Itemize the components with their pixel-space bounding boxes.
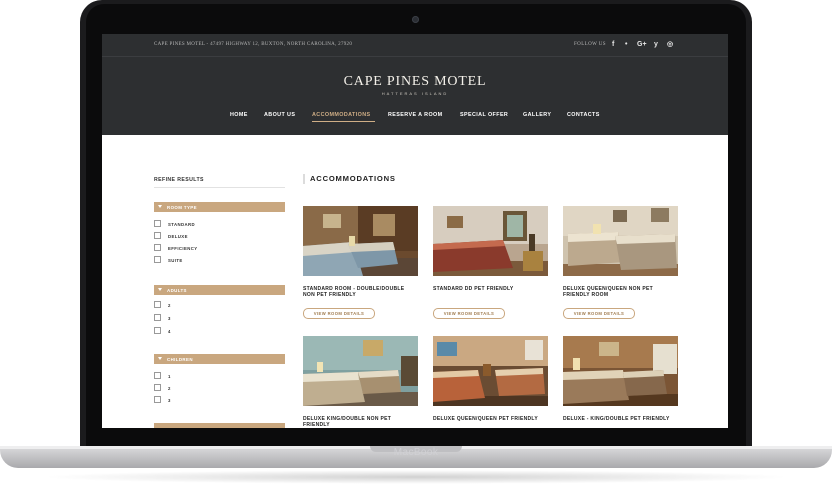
filter-room-type[interactable]: ROOM TYPE [154, 202, 285, 212]
checkbox[interactable] [154, 372, 161, 379]
page-title: ACCOMMODATIONS [310, 174, 396, 183]
checkbox[interactable] [154, 244, 161, 251]
top-bar: CAPE PINES MOTEL - 47497 HIGHWAY 12, BUX… [102, 34, 728, 57]
chevron-down-icon [158, 205, 162, 208]
checkbox[interactable] [154, 396, 161, 403]
checkbox[interactable] [154, 301, 161, 308]
option-efficiency[interactable]: EFFICIENCY [154, 244, 285, 252]
logo-tagline: HATTERAS ISLAND [381, 91, 449, 96]
room-card[interactable]: STANDARD DD PET FRIENDLY VIEW ROOM DETAI… [433, 206, 548, 322]
option-label: 3 [168, 315, 171, 321]
filter-bar-partial[interactable] [154, 423, 285, 428]
laptop-frame: MacBook CAPE PINES MOTEL - 47497 HIGHWAY… [0, 0, 832, 494]
room-card[interactable]: STANDARD ROOM - DOUBLE/DOUBLE NON PET FR… [303, 206, 418, 322]
room-title[interactable]: DELUXE KING/DOUBLE NON PET FRIENDLY [303, 416, 418, 428]
laptop-shadow [40, 470, 792, 484]
logo-title[interactable]: CAPE PINES MOTEL [102, 74, 728, 90]
room-title[interactable]: DELUXE QUEEN/QUEEN NON PET FRIENDLY ROOM [563, 286, 678, 299]
room-card[interactable]: DELUXE - KING/DOUBLE PET FRIENDLY [563, 336, 678, 428]
option-standard[interactable]: STANDARD [154, 220, 285, 228]
chevron-down-icon [158, 357, 162, 360]
website-screen: CAPE PINES MOTEL - 47497 HIGHWAY 12, BUX… [102, 34, 728, 428]
view-room-details-button[interactable]: VIEW ROOM DETAILS [303, 308, 375, 319]
google-plus-icon[interactable]: G+ [637, 40, 647, 49]
yelp-icon[interactable]: y [654, 40, 658, 49]
option-label: SUITE [168, 257, 183, 263]
camera-icon [412, 16, 419, 23]
checkbox[interactable] [154, 220, 161, 227]
option-label: 3 [168, 397, 171, 403]
screen-chin [102, 428, 728, 446]
chevron-down-icon [158, 288, 162, 291]
room-photo[interactable] [303, 206, 418, 276]
option-deluxe[interactable]: DELUXE [154, 232, 285, 240]
filter-label: ROOM TYPE [167, 204, 197, 210]
filter-adults[interactable]: ADULTS [154, 285, 285, 295]
room-title[interactable]: STANDARD DD PET FRIENDLY [433, 286, 548, 293]
checkbox[interactable] [154, 314, 161, 321]
room-photo[interactable] [303, 336, 418, 406]
nav-item-gallery[interactable]: GALLERY [523, 112, 551, 118]
checkbox[interactable] [154, 384, 161, 391]
nav-item-reserve-a-room[interactable]: RESERVE A ROOM [388, 112, 443, 118]
room-card[interactable]: DELUXE QUEEN/QUEEN NON PET FRIENDLY ROOM… [563, 206, 678, 322]
room-title[interactable]: STANDARD ROOM - DOUBLE/DOUBLE NON PET FR… [303, 286, 418, 299]
checkbox[interactable] [154, 232, 161, 239]
device-brand: MacBook [393, 447, 439, 458]
option-adults-2[interactable]: 2 [154, 301, 285, 309]
option-label: 2 [168, 385, 171, 391]
view-room-details-button[interactable]: VIEW ROOM DETAILS [433, 308, 505, 319]
filter-label: CHILDREN [167, 356, 193, 362]
option-label: DELUXE [168, 233, 188, 239]
option-children-1[interactable]: 1 [154, 372, 285, 380]
filter-children[interactable]: CHILDREN [154, 354, 285, 364]
checkbox[interactable] [154, 327, 161, 334]
option-adults-4[interactable]: 4 [154, 327, 285, 335]
option-children-2[interactable]: 2 [154, 384, 285, 392]
option-children-3[interactable]: 3 [154, 396, 285, 404]
room-card[interactable]: DELUXE QUEEN/QUEEN PET FRIENDLY [433, 336, 548, 428]
room-photo[interactable] [433, 336, 548, 406]
view-room-details-button[interactable]: VIEW ROOM DETAILS [563, 308, 635, 319]
room-title[interactable]: DELUXE QUEEN/QUEEN PET FRIENDLY [433, 416, 548, 423]
room-photo[interactable] [563, 336, 678, 406]
nav-item-accommodations[interactable]: ACCOMMODATIONS [312, 112, 371, 118]
twitter-icon[interactable]: • [625, 40, 627, 49]
option-label: 4 [168, 328, 171, 334]
site-header: CAPE PINES MOTEL - 47497 HIGHWAY 12, BUX… [102, 34, 728, 135]
filter-label: ADULTS [167, 287, 187, 293]
option-label: 2 [168, 302, 171, 308]
title-accent-bar [303, 174, 305, 184]
room-photo[interactable] [433, 206, 548, 276]
nav-item-contacts[interactable]: CONTACTS [567, 112, 600, 118]
option-suite[interactable]: SUITE [154, 256, 285, 264]
room-title[interactable]: DELUXE - KING/DOUBLE PET FRIENDLY [563, 416, 678, 423]
tripadvisor-icon[interactable]: ◎ [667, 40, 673, 49]
refine-divider [154, 187, 285, 188]
main-nav: HOME ABOUT US ACCOMMODATIONS RESERVE A R… [102, 112, 728, 122]
checkbox[interactable] [154, 256, 161, 263]
nav-item-special-offer[interactable]: SPECIAL OFFER [460, 112, 508, 118]
address-text: CAPE PINES MOTEL - 47497 HIGHWAY 12, BUX… [154, 42, 353, 47]
nav-item-home[interactable]: HOME [230, 112, 248, 118]
active-nav-underline [312, 121, 375, 122]
option-label: EFFICIENCY [168, 245, 198, 251]
facebook-icon[interactable]: f [612, 40, 614, 49]
option-label: STANDARD [168, 221, 195, 227]
room-card[interactable]: DELUXE KING/DOUBLE NON PET FRIENDLY [303, 336, 418, 428]
option-adults-3[interactable]: 3 [154, 314, 285, 322]
refine-results-title: REFINE RESULTS [154, 177, 204, 183]
option-label: 1 [168, 373, 171, 379]
follow-label: FOLLOW US [574, 42, 606, 47]
room-photo[interactable] [563, 206, 678, 276]
nav-item-about-us[interactable]: ABOUT US [264, 112, 295, 118]
